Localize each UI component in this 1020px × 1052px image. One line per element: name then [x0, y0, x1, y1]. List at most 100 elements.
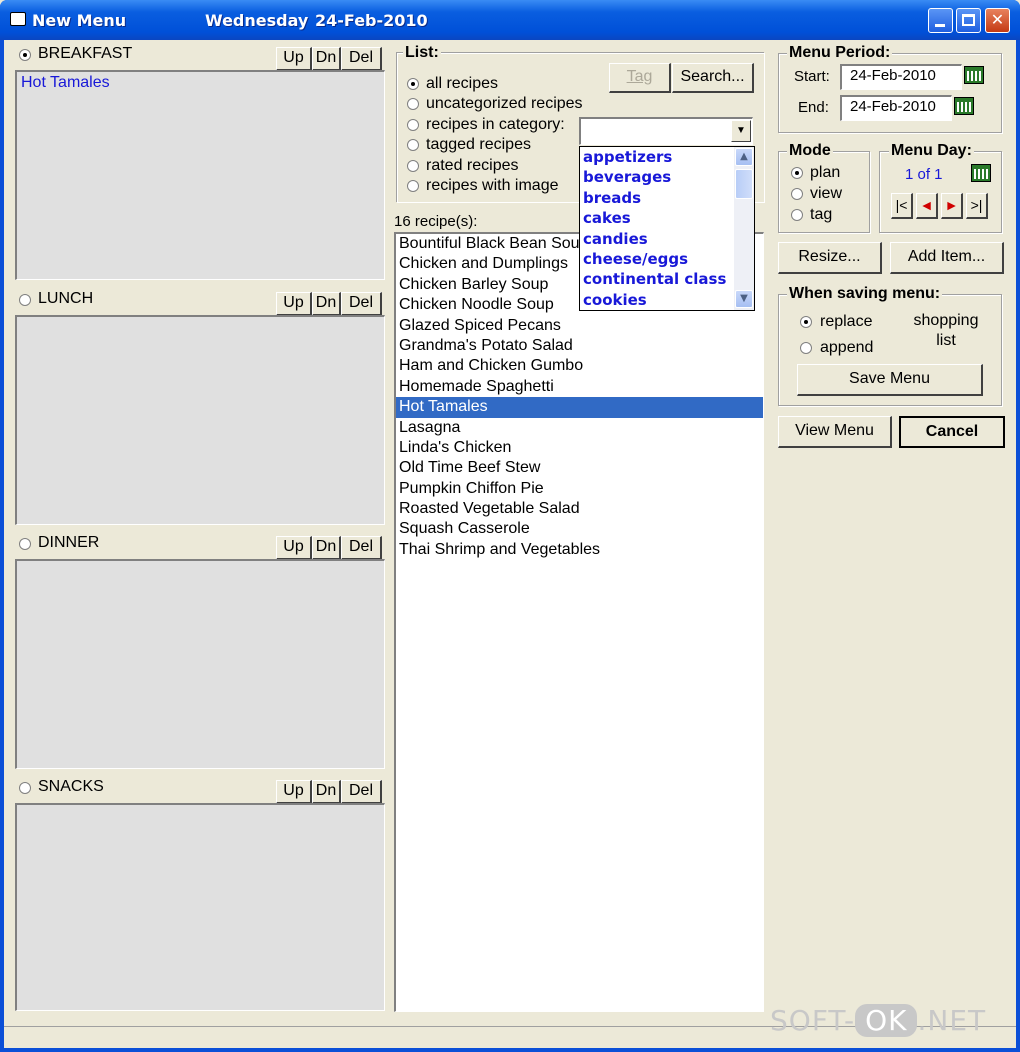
category-option[interactable]: cakes [580, 208, 754, 228]
save-menu-button[interactable]: Save Menu [797, 364, 983, 396]
saving-radio[interactable] [800, 342, 812, 354]
recipe-item[interactable]: Hot Tamales [396, 397, 763, 418]
end-date-field[interactable]: 24-Feb-2010 [840, 95, 952, 121]
category-option[interactable]: breads [580, 188, 754, 208]
meal-radio-2[interactable] [19, 538, 31, 550]
recipe-item[interactable]: Lasagna [396, 418, 763, 438]
list-option-radio[interactable] [407, 180, 419, 192]
saving-radio[interactable] [800, 316, 812, 328]
maximize-icon [962, 14, 975, 26]
meal-up-button[interactable]: Up [276, 47, 312, 71]
minimize-button[interactable] [928, 8, 953, 33]
category-option[interactable]: cheese/eggs [580, 249, 754, 269]
meal-dn-button[interactable]: Dn [312, 536, 341, 560]
recipe-item[interactable]: Roasted Vegetable Salad [396, 499, 763, 519]
saving-label[interactable]: append [820, 339, 873, 357]
tag-button-label: Tag [626, 68, 653, 85]
meal-dn-button[interactable]: Dn [312, 292, 341, 316]
mode-radio[interactable] [791, 167, 803, 179]
meal-del-button[interactable]: Del [341, 780, 382, 804]
recipe-list[interactable]: Bountiful Black Bean Soup Chicken and Dum… [394, 232, 764, 1012]
calendar-icon[interactable] [954, 97, 974, 115]
scroll-up-icon[interactable]: ▲ [735, 148, 753, 166]
recipe-item[interactable]: Linda's Chicken [396, 438, 763, 458]
meal-del-button[interactable]: Del [341, 536, 382, 560]
recipe-item[interactable]: Glazed Spiced Pecans [396, 316, 763, 336]
list-option-radio[interactable] [407, 159, 419, 172]
category-option[interactable]: cookies [580, 290, 754, 310]
category-option[interactable]: beverages [580, 167, 754, 187]
calendar-icon[interactable] [964, 66, 984, 84]
meal-up-label: Up [283, 538, 304, 555]
meal-radio-1[interactable] [19, 294, 31, 306]
meal-del-button[interactable]: Del [341, 47, 382, 71]
list-option-label[interactable]: uncategorized recipes [426, 95, 583, 113]
meal-dn-button[interactable]: Dn [312, 47, 341, 71]
view-menu-label: View Menu [795, 422, 874, 439]
category-option[interactable]: candies [580, 229, 754, 249]
prev-day-icon[interactable]: ◄ [916, 193, 938, 219]
mode-label[interactable]: tag [810, 206, 832, 224]
list-option-label[interactable]: recipes in category: [426, 116, 565, 134]
add-item-button[interactable]: Add Item... [890, 242, 1004, 274]
dropdown-scrollbar[interactable]: ▲ ▼ [734, 147, 754, 310]
recipe-item[interactable]: Pumpkin Chiffon Pie [396, 479, 763, 499]
mode-radio[interactable] [791, 209, 803, 221]
cancel-button[interactable]: Cancel [899, 416, 1005, 448]
mode-label[interactable]: view [810, 185, 842, 203]
chevron-down-icon[interactable]: ▼ [731, 120, 751, 142]
close-button[interactable]: ✕ [985, 8, 1010, 33]
next-day-icon[interactable]: ► [941, 193, 963, 219]
recipe-item[interactable]: Ham and Chicken Gumbo [396, 356, 763, 376]
category-option[interactable]: appetizers [580, 147, 754, 167]
scroll-thumb[interactable] [735, 169, 753, 199]
resize-button[interactable]: Resize... [778, 242, 882, 274]
start-label: Start: [794, 68, 830, 85]
meal-panel[interactable] [15, 803, 385, 1011]
list-option-label[interactable]: tagged recipes [426, 136, 531, 154]
recipe-item[interactable]: Homemade Spaghetti [396, 377, 763, 397]
saving-label[interactable]: replace [820, 313, 872, 331]
meal-panel[interactable]: Hot Tamales [15, 70, 385, 280]
meal-label: DINNER [38, 534, 100, 551]
mode-radio[interactable] [791, 188, 803, 200]
meal-panel[interactable] [15, 315, 385, 525]
search-button[interactable]: Search... [672, 63, 754, 93]
recipe-item[interactable]: Squash Casserole [396, 519, 763, 539]
category-option[interactable]: continental class [580, 269, 754, 289]
category-dropdown[interactable]: appetizers beverages breads cakes candies che… [579, 146, 755, 311]
meal-dn-button[interactable]: Dn [312, 780, 341, 804]
maximize-button[interactable] [956, 8, 981, 33]
title-day: Wednesday [205, 11, 309, 30]
meal-item[interactable]: Hot Tamales [21, 74, 110, 92]
meal-up-button[interactable]: Up [276, 780, 312, 804]
save-menu-label: Save Menu [849, 370, 930, 387]
meal-del-label: Del [348, 294, 373, 311]
tag-button[interactable]: Tag [609, 63, 671, 93]
first-day-icon[interactable]: |< [891, 193, 913, 219]
meal-up-button[interactable]: Up [276, 292, 312, 316]
recipe-item[interactable]: Old Time Beef Stew [396, 458, 763, 478]
last-day-icon[interactable]: >| [966, 193, 988, 219]
meal-up-button[interactable]: Up [276, 536, 312, 560]
recipe-item[interactable]: Grandma's Potato Salad [396, 336, 763, 356]
list-option-label[interactable]: rated recipes [426, 157, 519, 175]
meal-dn-label: Dn [315, 49, 337, 66]
meal-radio-0[interactable] [19, 49, 31, 61]
mode-label[interactable]: plan [810, 164, 840, 182]
scroll-down-icon[interactable]: ▼ [735, 290, 753, 308]
list-option-label[interactable]: all recipes [426, 75, 498, 93]
list-option-radio[interactable] [407, 118, 419, 131]
list-option-radio[interactable] [407, 78, 419, 90]
meal-del-button[interactable]: Del [341, 292, 382, 316]
watermark-right: .NET [917, 1004, 987, 1037]
list-option-label[interactable]: recipes with image [426, 177, 559, 195]
meal-radio-3[interactable] [19, 782, 31, 794]
start-date-field[interactable]: 24-Feb-2010 [840, 64, 962, 90]
view-menu-button[interactable]: View Menu [778, 416, 892, 448]
category-select[interactable]: ▼ [579, 117, 753, 145]
meal-panel[interactable] [15, 559, 385, 769]
title-bar[interactable]: New Menu Wednesday 24-Feb-2010 ✕ [0, 0, 1020, 40]
calendar-icon[interactable] [971, 164, 991, 182]
recipe-item[interactable]: Thai Shrimp and Vegetables [396, 540, 763, 560]
